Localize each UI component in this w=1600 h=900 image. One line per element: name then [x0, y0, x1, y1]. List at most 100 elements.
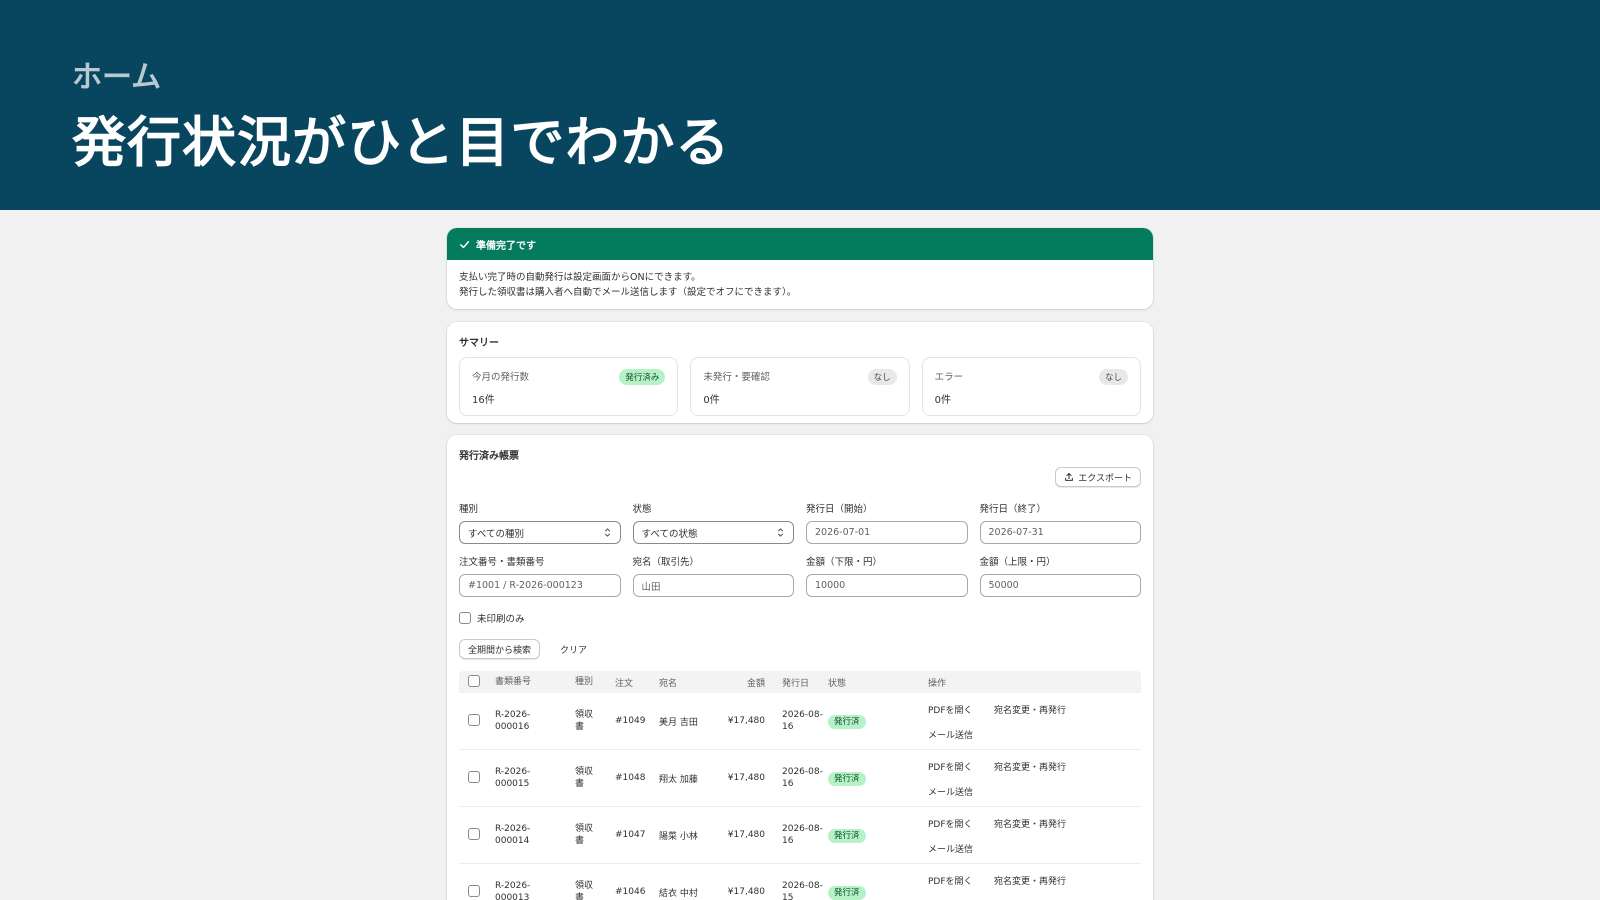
reissue-button[interactable]: 宛名変更・再発行	[994, 874, 1066, 887]
stat-issued-this-month: 今月の発行数 16件 発行済み	[459, 357, 679, 416]
status-badge: 発行済み	[619, 369, 666, 385]
hero-subtitle: ホーム	[72, 60, 162, 95]
summary-card: サマリー 今月の発行数 16件 発行済み 未発行・要確認 0件 なし エラー 0…	[447, 322, 1153, 423]
doc-number: R-2026- 000015	[495, 767, 531, 789]
amount: ¥17,480	[727, 716, 765, 726]
open-pdf-button[interactable]: PDFを開く	[928, 703, 973, 716]
order-number: #1046	[615, 887, 646, 897]
order-number-input[interactable]: #1001 / R-2026-000123	[459, 574, 621, 597]
status-label: 状態	[632, 504, 652, 515]
amount: ¥17,480	[727, 887, 765, 897]
recipient-name: 美月 吉田	[659, 717, 698, 728]
issue-date: 2026-08- 16	[782, 767, 823, 789]
row-checkbox[interactable]	[468, 827, 480, 840]
stat-pending: 未発行・要確認 0件 なし	[690, 357, 910, 416]
recipient-label: 宛名（取引先）	[632, 557, 700, 568]
col-doc-no: 書類番号	[495, 677, 532, 687]
stat-value: 0件	[703, 395, 720, 406]
hero-title: 発行状況がひと目でわかる	[72, 111, 731, 174]
col-order: 注文	[615, 678, 634, 689]
status-badge: なし	[1098, 369, 1128, 385]
open-pdf-button[interactable]: PDFを開く	[928, 874, 973, 887]
col-name: 宛名	[659, 678, 678, 689]
amount: ¥17,480	[727, 773, 765, 783]
amount: ¥17,480	[727, 830, 765, 840]
table-header: 書類番号 種別 注文 宛名 金額 発行日 状態 操作	[459, 671, 1141, 693]
type-label: 種別	[459, 504, 479, 515]
table-row: R-2026- 000014 領収書 #1047 陽菜 小林 ¥17,480 20…	[459, 807, 1141, 864]
issued-documents-card: 発行済み帳票 エクスポート 種別 すべての種別 状態 すべての状態 発行日（開始…	[447, 435, 1153, 900]
reissue-button[interactable]: 宛名変更・再発行	[994, 817, 1066, 830]
search-all-button[interactable]: 全期間から検索	[459, 639, 541, 659]
end-date-label: 発行日（終了）	[979, 504, 1047, 515]
select-arrows-icon	[604, 528, 610, 537]
status-select[interactable]: すべての状態	[632, 521, 794, 544]
order-number: #1048	[615, 773, 646, 783]
amount-min-input[interactable]: 10000	[806, 574, 968, 597]
row-checkbox[interactable]	[468, 884, 480, 897]
start-date-input[interactable]: 2026-07-01	[806, 521, 968, 544]
filter-form: 種別 すべての種別 状態 すべての状態 発行日（開始） 2026-07-01 発…	[459, 501, 1141, 597]
doc-type: 領収書	[575, 767, 594, 789]
start-date-label: 発行日（開始）	[806, 504, 873, 515]
type-select-value: すべての種別	[468, 528, 524, 540]
open-pdf-button[interactable]: PDFを開く	[928, 760, 973, 773]
banner-line: 支払い完了時の自動発行は設定画面からONにできます。	[459, 272, 701, 283]
status-badge: 発行済	[828, 829, 866, 843]
col-status: 状態	[828, 678, 847, 689]
status-select-value: すべての状態	[641, 528, 698, 540]
recipient-name: 結衣 中村	[659, 888, 698, 899]
unprinted-only-option[interactable]: 未印刷のみ	[459, 611, 525, 625]
row-checkbox[interactable]	[468, 713, 480, 726]
doc-type: 領収書	[575, 881, 594, 900]
col-amount: 金額	[746, 678, 765, 689]
col-date: 発行日	[782, 678, 810, 689]
table-row: R-2026- 000016 領収書 #1049 美月 吉田 ¥17,480 20…	[459, 693, 1141, 750]
hero-banner: ホーム 発行状況がひと目でわかる	[0, 0, 1600, 210]
amount-max-input[interactable]: 50000	[979, 574, 1141, 597]
doc-number: R-2026- 000013	[495, 881, 531, 900]
end-date-input[interactable]: 2026-07-31	[979, 521, 1141, 544]
status-badge: 発行済	[828, 715, 866, 729]
checkmark-icon	[460, 240, 470, 248]
issue-date: 2026-08- 16	[782, 710, 823, 732]
select-all-checkbox[interactable]	[468, 674, 480, 687]
order-number: #1049	[615, 716, 646, 726]
summary-title: サマリー	[459, 338, 499, 349]
banner-line: 発行した領収書は購入者へ自動でメール送信します（設定でオフにできます）。	[459, 287, 797, 298]
stat-value: 0件	[934, 395, 952, 406]
banner-body: 支払い完了時の自動発行は設定画面からONにできます。 発行した領収書は購入者へ自…	[447, 260, 1153, 309]
select-arrows-icon	[777, 528, 784, 537]
open-pdf-button[interactable]: PDFを開く	[928, 817, 973, 830]
send-email-button[interactable]: メール送信	[928, 842, 973, 855]
order-number-label: 注文番号・書類番号	[459, 557, 545, 568]
send-email-button[interactable]: メール送信	[928, 728, 973, 741]
stat-value: 16件	[472, 395, 495, 406]
banner-title: 準備完了です	[476, 240, 536, 252]
order-number: #1047	[615, 830, 646, 840]
unprinted-only-checkbox[interactable]	[459, 612, 471, 624]
documents-table: 書類番号 種別 注文 宛名 金額 発行日 状態 操作 R-2026- 000016…	[459, 671, 1141, 900]
reissue-button[interactable]: 宛名変更・再発行	[994, 703, 1066, 716]
clear-button[interactable]: クリア	[560, 643, 587, 656]
recipient-name: 翔太 加藤	[659, 774, 698, 785]
recipient-name: 陽菜 小林	[659, 831, 698, 842]
recipient-input[interactable]: 山田	[632, 574, 794, 597]
issue-date: 2026-08- 15	[782, 881, 823, 900]
banner-header: 準備完了です	[447, 228, 1153, 260]
status-badge: 発行済	[828, 886, 866, 900]
amount-max-label: 金額（上限・円）	[979, 557, 1056, 568]
row-checkbox[interactable]	[468, 770, 480, 783]
send-email-button[interactable]: メール送信	[928, 785, 973, 798]
issued-title: 発行済み帳票	[459, 451, 519, 462]
issue-date: 2026-08- 16	[782, 824, 823, 846]
export-button[interactable]: エクスポート	[1055, 467, 1141, 487]
ready-banner: 準備完了です 支払い完了時の自動発行は設定画面からONにできます。 発行した領収…	[447, 228, 1153, 309]
type-select[interactable]: すべての種別	[459, 521, 621, 544]
amount-min-label: 金額（下限・円）	[806, 557, 883, 568]
stat-errors: エラー 0件 なし	[921, 357, 1141, 416]
upload-icon	[1065, 473, 1074, 481]
doc-number: R-2026- 000014	[495, 824, 531, 846]
col-ops: 操作	[928, 678, 947, 689]
reissue-button[interactable]: 宛名変更・再発行	[994, 760, 1066, 773]
